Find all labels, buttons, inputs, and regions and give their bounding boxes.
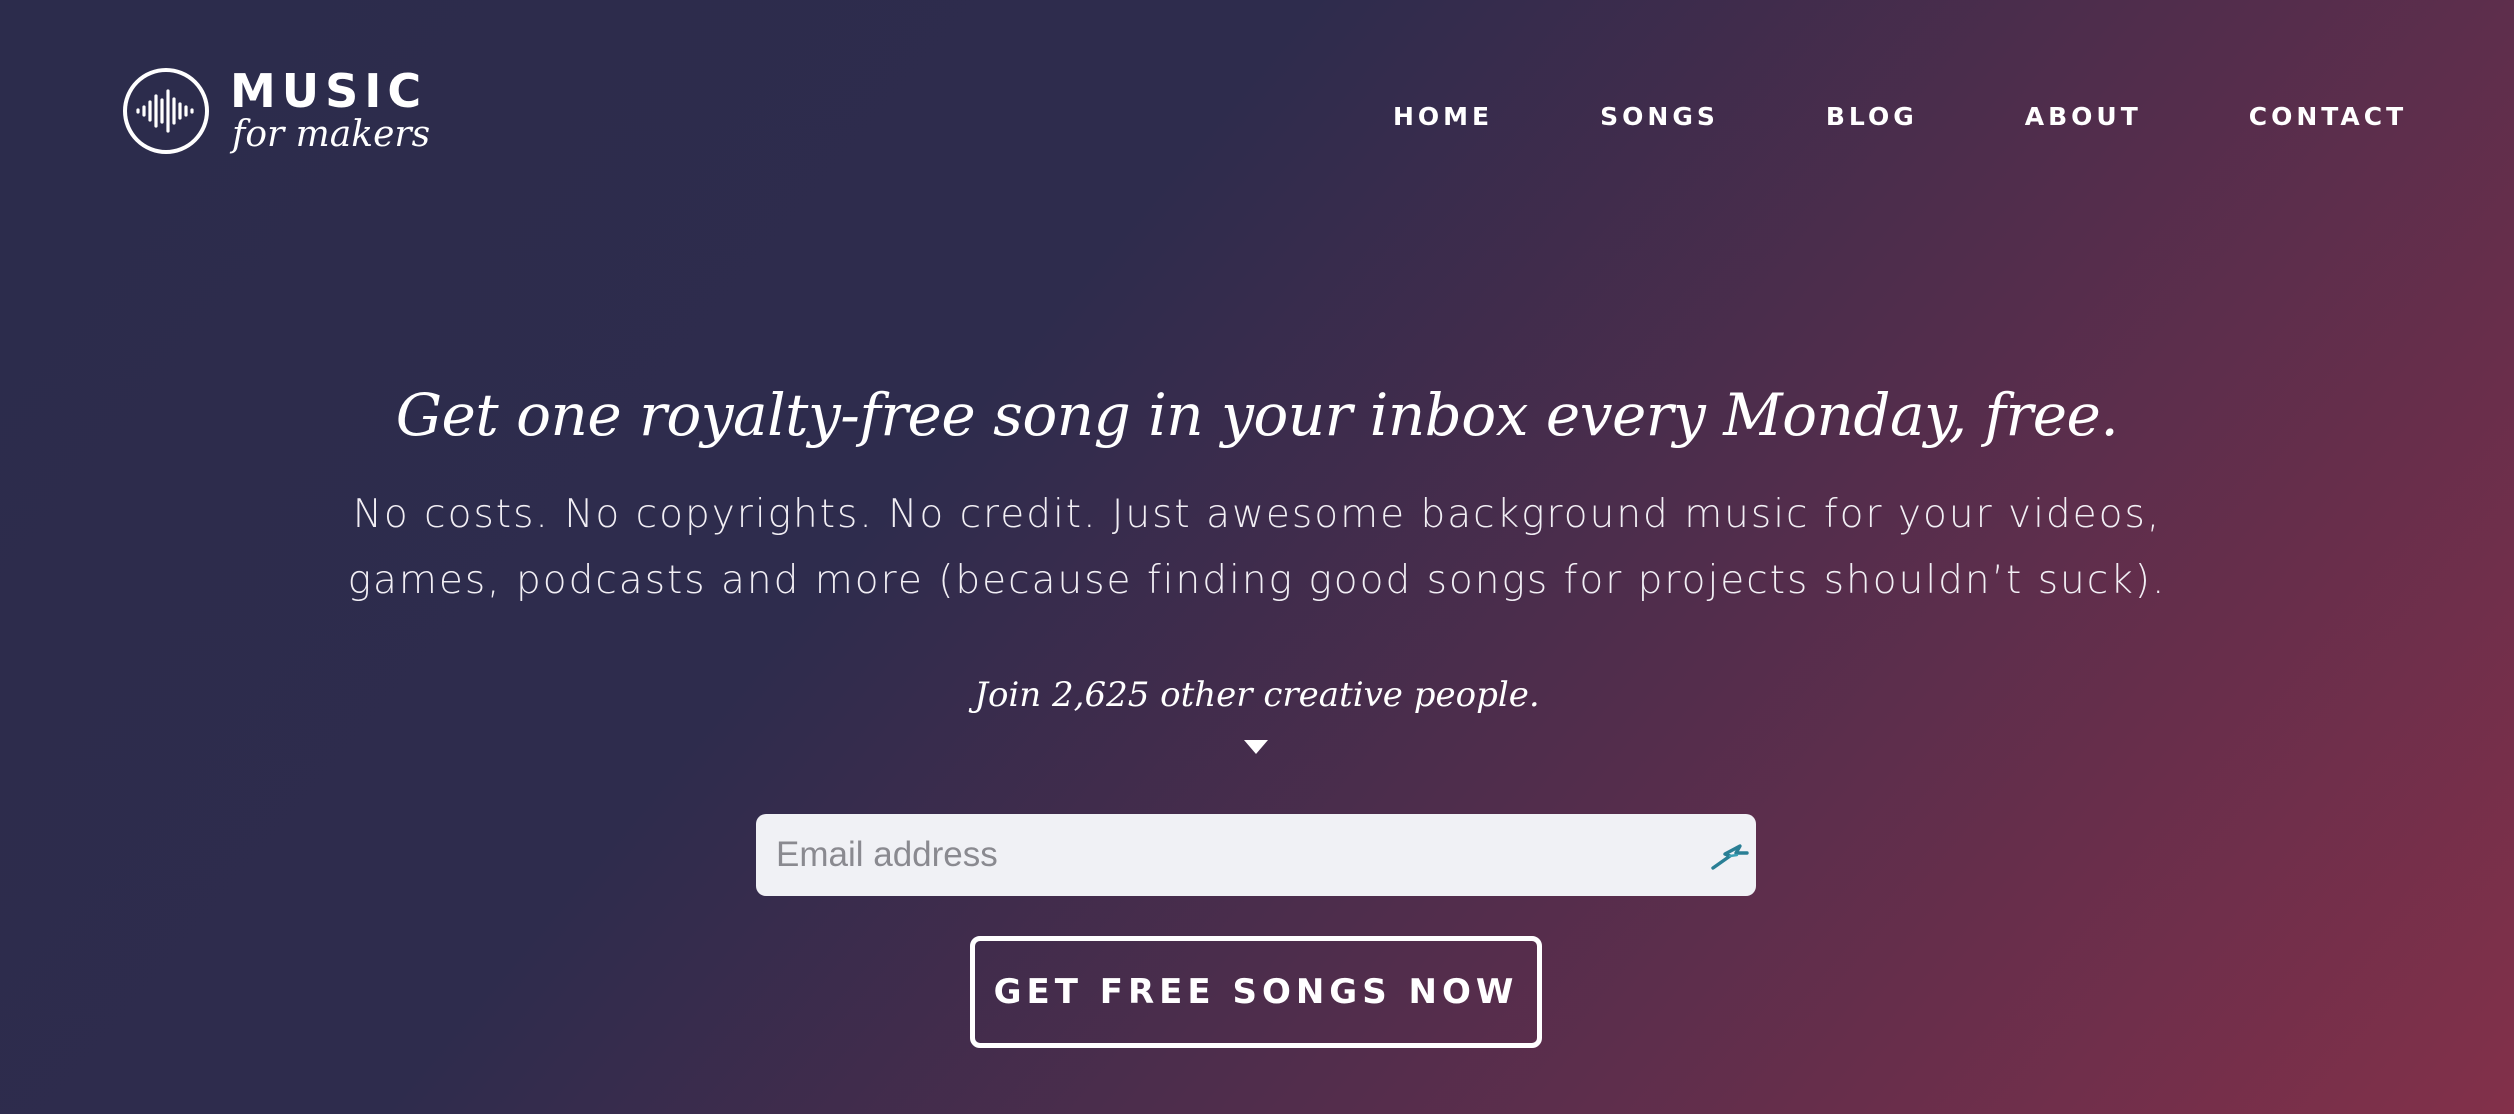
password-manager-icon[interactable] — [1710, 838, 1750, 872]
get-free-songs-button[interactable]: GET FREE SONGS NOW — [970, 936, 1542, 1048]
email-input[interactable] — [756, 814, 1656, 896]
site-header: MUSIC for makers HOME SONGS BLOG ABOUT C… — [0, 0, 2514, 220]
nav-about[interactable]: ABOUT — [2025, 100, 2142, 134]
hero-section: Get one royalty-free song in your inbox … — [0, 370, 2514, 614]
site-logo[interactable]: MUSIC for makers — [122, 64, 430, 158]
nav-home[interactable]: HOME — [1393, 100, 1493, 134]
main-nav: HOME SONGS BLOG ABOUT CONTACT — [1393, 100, 2407, 134]
logo-text: MUSIC for makers — [230, 67, 430, 155]
logo-subtitle: for makers — [232, 114, 431, 155]
nav-songs[interactable]: SONGS — [1600, 100, 1719, 134]
caret-down-icon — [1244, 740, 1268, 754]
hero-headline: Get one royalty-free song in your inbox … — [395, 381, 2119, 449]
hero-subtext: No costs. No copyrights. No credit. Just… — [347, 492, 2167, 603]
join-count-text: Join 2,625 other creative people. — [974, 675, 1540, 715]
nav-contact[interactable]: CONTACT — [2249, 100, 2407, 134]
logo-title: MUSIC — [230, 64, 428, 118]
soundwave-circle-icon — [123, 68, 209, 154]
nav-blog[interactable]: BLOG — [1826, 100, 1918, 134]
email-field-container — [756, 814, 1756, 896]
